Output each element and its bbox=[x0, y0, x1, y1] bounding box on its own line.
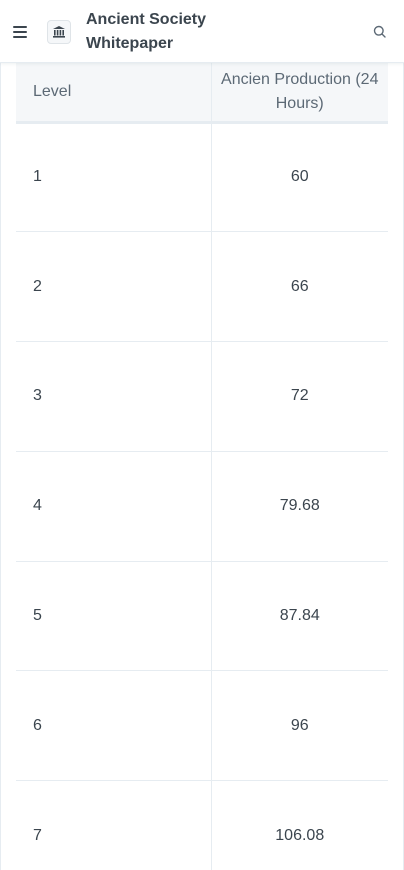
hamburger-menu-icon[interactable] bbox=[10, 22, 30, 42]
table-row: 1 60 bbox=[16, 122, 388, 233]
search-icon[interactable] bbox=[372, 24, 388, 40]
production-cell: 106.08 bbox=[210, 780, 388, 870]
table-row: 7 106.08 bbox=[16, 780, 388, 870]
table-row: 2 66 bbox=[16, 231, 388, 343]
production-cell: 60 bbox=[210, 122, 388, 233]
level-cell: 7 bbox=[16, 780, 211, 870]
level-cell: 3 bbox=[16, 341, 211, 452]
table-row: 4 79.68 bbox=[16, 451, 388, 562]
museum-icon[interactable] bbox=[47, 20, 71, 44]
production-cell: 72 bbox=[210, 341, 388, 452]
level-cell: 5 bbox=[16, 561, 211, 672]
level-cell: 2 bbox=[16, 231, 211, 343]
table-header-row: Level Ancien Production (24 Hours) bbox=[16, 63, 388, 124]
site-title-line2: Whitepaper bbox=[86, 35, 174, 52]
production-cell: 79.68 bbox=[210, 451, 388, 562]
level-cell: 4 bbox=[16, 451, 211, 562]
column-header-production: Ancien Production (24 Hours) bbox=[210, 63, 388, 124]
site-title[interactable]: Ancient Society Whitepaper bbox=[86, 8, 236, 56]
top-header: Ancient Society Whitepaper bbox=[0, 0, 404, 63]
table-row: 3 72 bbox=[16, 341, 388, 452]
column-header-level: Level bbox=[16, 63, 211, 124]
level-cell: 6 bbox=[16, 670, 211, 782]
production-cell: 66 bbox=[210, 231, 388, 343]
table-row: 5 87.84 bbox=[16, 561, 388, 672]
level-cell: 1 bbox=[16, 122, 211, 233]
site-title-line1: Ancient Society bbox=[86, 11, 207, 28]
production-table: Level Ancien Production (24 Hours) 1 60 … bbox=[16, 63, 388, 870]
table-row: 6 96 bbox=[16, 670, 388, 782]
production-cell: 87.84 bbox=[210, 561, 388, 672]
production-cell: 96 bbox=[210, 670, 388, 782]
